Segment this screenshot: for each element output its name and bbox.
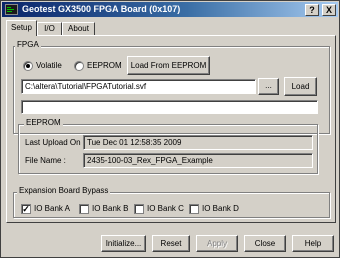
fpga-group-label: FPGA xyxy=(15,40,41,50)
last-upload-label: Last Upload On : xyxy=(25,138,86,147)
io-bank-c-checkbox[interactable] xyxy=(134,204,144,214)
svf-path-input[interactable]: C:\altera\Tutorial\FPGATutorial.svf xyxy=(21,79,256,94)
tab-io-label: I/O xyxy=(44,24,55,33)
io-bank-c-label: IO Bank C xyxy=(147,204,184,213)
close-button[interactable]: Close xyxy=(244,235,286,252)
bypass-group-label: Expansion Board Bypass xyxy=(17,186,111,196)
eeprom-group-label: EEPROM xyxy=(24,118,63,128)
tab-setup-label: Setup xyxy=(11,23,32,32)
file-name-label: File Name : xyxy=(25,156,66,165)
load-from-eeprom-button[interactable]: Load From EEPROM xyxy=(127,56,210,75)
window-title: Geotest GX3500 FPGA Board (0x107) xyxy=(22,4,181,14)
reset-button[interactable]: Reset xyxy=(152,235,190,252)
initialize-button[interactable]: Initialize... xyxy=(101,235,146,252)
tab-io[interactable]: I/O xyxy=(37,22,62,35)
io-bank-b-checkbox[interactable] xyxy=(79,204,89,214)
last-upload-field: Tue Dec 01 12:58:35 2009 xyxy=(83,135,313,150)
io-bank-b-label: IO Bank B xyxy=(92,204,129,213)
close-title-button[interactable]: X xyxy=(322,4,336,16)
eeprom-radio-label: EEPROM xyxy=(87,61,122,70)
tab-about-label: About xyxy=(68,24,89,33)
io-bank-d-checkbox[interactable] xyxy=(189,204,199,214)
volatile-radio[interactable] xyxy=(23,61,33,71)
io-bank-a-checkbox[interactable]: ✓ xyxy=(21,204,31,214)
checkmark-icon: ✓ xyxy=(22,204,30,214)
close-icon: X xyxy=(325,5,332,15)
progress-bar xyxy=(21,100,318,114)
title-bar[interactable]: Geotest GX3500 FPGA Board (0x107) ? X xyxy=(2,2,338,17)
app-icon xyxy=(5,4,18,15)
help-title-button[interactable]: ? xyxy=(305,4,319,16)
tab-setup[interactable]: Setup xyxy=(6,20,37,36)
tab-about[interactable]: About xyxy=(62,22,95,35)
file-name-field: 2435-100-03_Rex_FPGA_Example xyxy=(83,153,313,168)
volatile-label: Volatile xyxy=(36,61,62,70)
help-button[interactable]: Help xyxy=(292,235,334,252)
eeprom-radio[interactable] xyxy=(74,61,84,71)
browse-button[interactable]: ... xyxy=(258,78,279,95)
io-bank-a-label: IO Bank A xyxy=(34,204,71,213)
help-icon: ? xyxy=(309,5,315,15)
dialog-window: Geotest GX3500 FPGA Board (0x107) ? X Se… xyxy=(0,0,340,258)
apply-button[interactable]: Apply xyxy=(196,235,238,252)
load-button[interactable]: Load xyxy=(284,77,317,96)
io-bank-d-label: IO Bank D xyxy=(202,204,239,213)
